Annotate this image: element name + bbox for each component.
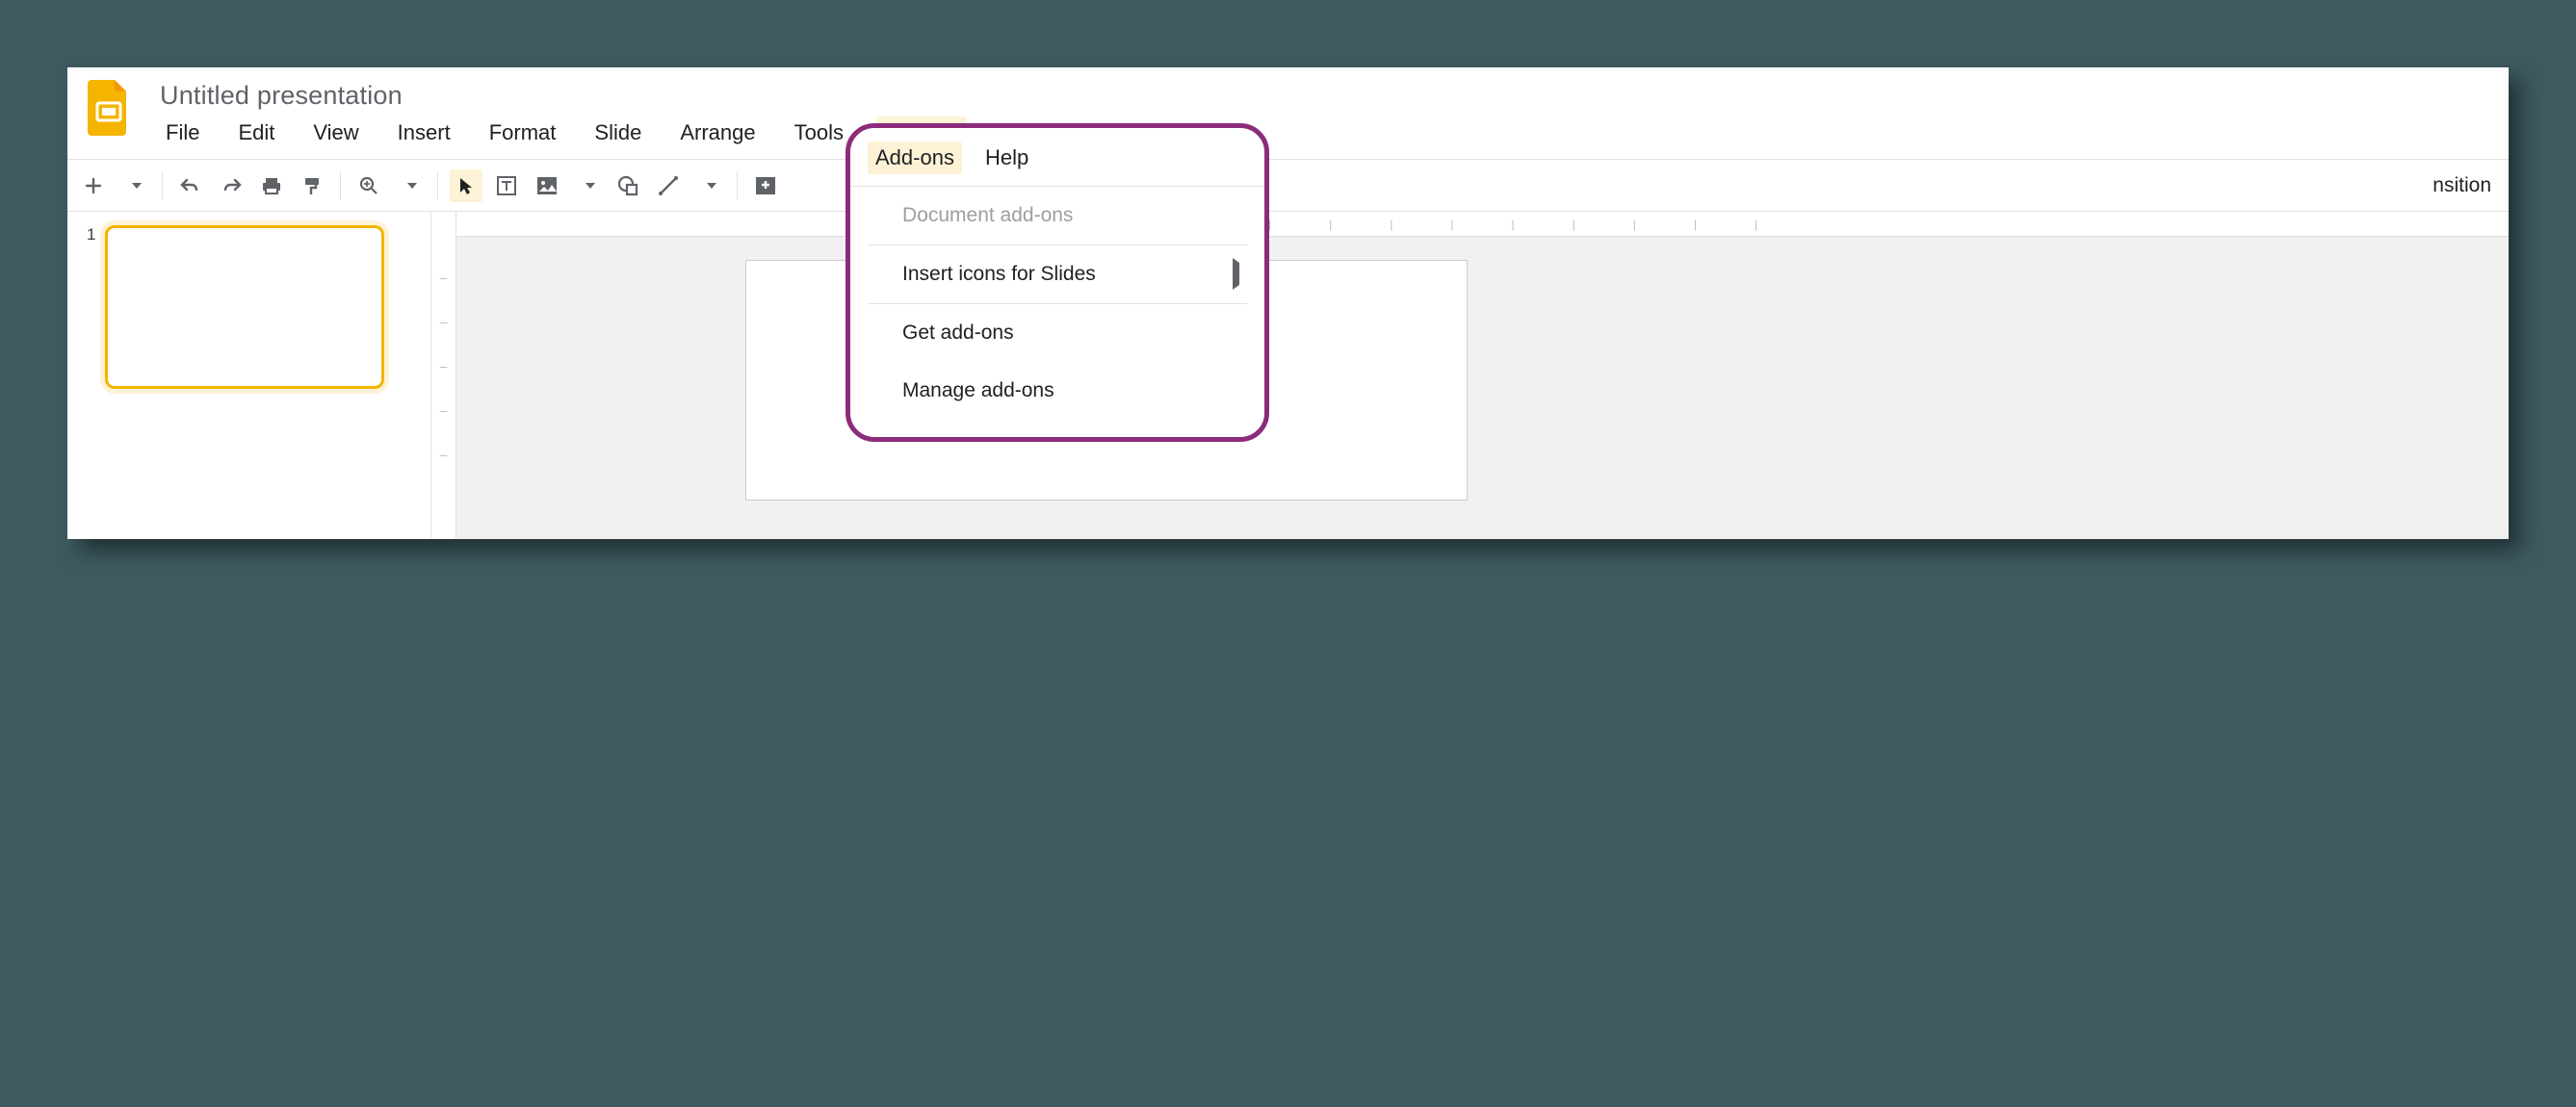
slides-logo-icon — [85, 79, 133, 137]
textbox-tool[interactable] — [490, 169, 523, 202]
separator — [340, 171, 341, 200]
separator — [437, 171, 438, 200]
toolbar: nsition — [67, 159, 2509, 212]
chevron-right-icon — [1233, 263, 1239, 286]
menu-tools[interactable]: Tools — [789, 116, 849, 149]
dd-manage-addons[interactable]: Manage add-ons — [850, 362, 1264, 420]
dd-insert-icons[interactable]: Insert icons for Slides — [850, 245, 1264, 303]
zoom-button[interactable] — [352, 169, 385, 202]
line-dropdown[interactable] — [692, 169, 725, 202]
line-tool[interactable] — [652, 169, 685, 202]
canvas-area: |||||||||| — [456, 212, 2509, 539]
dd-tab-help[interactable]: Help — [977, 142, 1036, 174]
print-button[interactable] — [255, 169, 288, 202]
new-slide-dropdown[interactable] — [117, 169, 150, 202]
vertical-ruler: ––––– — [431, 212, 456, 539]
app-window: Untitled presentation File Edit View Ins… — [67, 67, 2509, 539]
menu-file[interactable]: File — [160, 116, 205, 149]
thumb-number: 1 — [87, 225, 95, 245]
new-slide-button[interactable] — [77, 169, 110, 202]
horizontal-ruler: |||||||||| — [456, 212, 2509, 237]
dd-tab-addons[interactable]: Add-ons — [868, 142, 962, 174]
comment-button[interactable] — [749, 169, 782, 202]
slide-thumbnails: 1 — [67, 212, 431, 539]
slide-thumbnail-1[interactable] — [105, 225, 384, 389]
workspace: 1 ––––– |||||||||| — [67, 212, 2509, 539]
undo-button[interactable] — [174, 169, 207, 202]
menu-arrange[interactable]: Arrange — [674, 116, 761, 149]
transition-label: nsition — [2433, 174, 2491, 196]
separator — [737, 171, 738, 200]
dd-get-addons[interactable]: Get add-ons — [850, 304, 1264, 362]
menu-view[interactable]: View — [307, 116, 364, 149]
image-dropdown[interactable] — [571, 169, 604, 202]
menu-edit[interactable]: Edit — [232, 116, 280, 149]
header: Untitled presentation File Edit View Ins… — [67, 67, 2509, 159]
paint-format-button[interactable] — [296, 169, 328, 202]
image-tool[interactable] — [531, 169, 563, 202]
transition-button[interactable]: nsition — [2433, 174, 2499, 197]
select-tool[interactable] — [450, 169, 482, 202]
separator — [162, 171, 163, 200]
addons-dropdown: Add-ons Help Document add-ons Insert ico… — [846, 123, 1269, 442]
dd-document-addons: Document add-ons — [850, 187, 1264, 245]
doc-title[interactable]: Untitled presentation — [160, 79, 1049, 116]
redo-button[interactable] — [215, 169, 247, 202]
menu-slide[interactable]: Slide — [588, 116, 647, 149]
zoom-dropdown[interactable] — [393, 169, 426, 202]
menu-insert[interactable]: Insert — [392, 116, 456, 149]
shape-tool[interactable] — [611, 169, 644, 202]
menu-format[interactable]: Format — [483, 116, 562, 149]
